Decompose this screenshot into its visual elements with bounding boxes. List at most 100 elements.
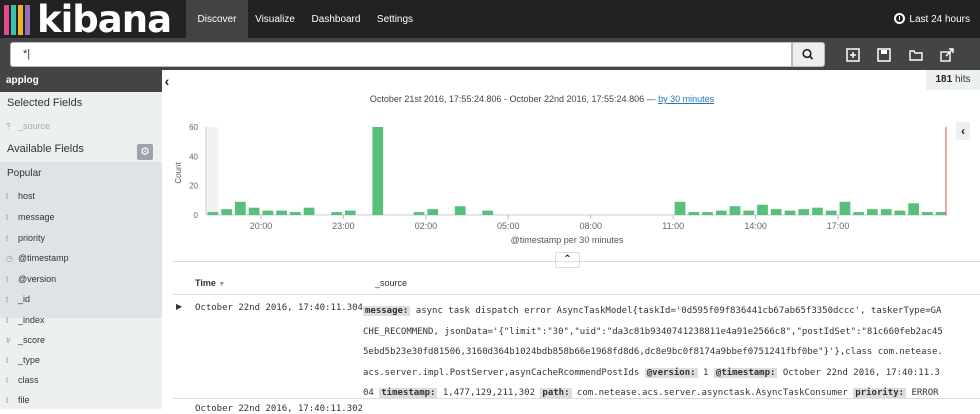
field-id[interactable]: t _id <box>6 289 30 309</box>
field-name: host <box>18 191 36 201</box>
histogram-bar <box>276 210 287 215</box>
histogram-bar <box>867 209 878 215</box>
source-key: message: <box>363 306 411 316</box>
index-pattern[interactable]: applog <box>0 70 162 92</box>
hits-number: 181 <box>935 74 953 85</box>
source-value: 5ebd5b23e30fd81506,3160d364b1024bdb858b6… <box>363 347 943 357</box>
histogram-bar <box>372 127 384 215</box>
chart-band <box>206 127 219 215</box>
source-value: 04 <box>363 388 380 398</box>
source-key: @timestamp: <box>713 367 778 378</box>
row-time: October 22nd 2016, 17:40:11.304 <box>195 303 363 313</box>
source-value: ERROR <box>906 388 939 398</box>
column-time[interactable]: Time ▼ <box>195 278 225 288</box>
x-tick-label: 08:00 <box>579 221 602 231</box>
chart-toggle-button[interactable]: ⌃ <box>555 252 580 268</box>
time-range: October 21st 2016, 17:55:24.806 - Octobe… <box>172 94 912 104</box>
source-value: 1,477,129,211,302 <box>437 388 541 398</box>
field-timestamp[interactable]: ◷ @timestamp <box>6 248 69 268</box>
field-host[interactable]: t host <box>6 186 35 206</box>
logo-bar <box>25 5 30 35</box>
expand-row-icon[interactable]: ▶ <box>176 302 182 311</box>
y-tick-label: 0 <box>194 211 199 220</box>
field-file[interactable]: t file <box>6 390 30 410</box>
histogram-bar <box>674 201 686 215</box>
sidebar-collapse-icon[interactable]: ‹ <box>162 70 172 92</box>
histogram-bar <box>289 212 301 215</box>
interval-link[interactable]: by 30 minutes <box>658 94 714 104</box>
hits-label: hits <box>954 74 971 85</box>
histogram-bar <box>757 204 768 215</box>
field-name: @version <box>18 274 57 284</box>
histogram-bar <box>935 212 947 215</box>
logo-bar <box>18 5 23 35</box>
histogram-bar <box>454 206 466 215</box>
field-type-icon: ? <box>6 122 11 131</box>
row-time: October 22nd 2016, 17:40:11.302 <box>195 404 363 414</box>
source-value: acs.server.impl.PostServer,asynCacheRcom… <box>363 367 645 378</box>
histogram-bar <box>427 209 439 215</box>
nav-dashboard[interactable]: Dashboard <box>306 0 366 38</box>
field-type[interactable]: t _type <box>6 350 40 370</box>
y-tick-label: 60 <box>189 123 198 132</box>
nav-visualize[interactable]: Visualize <box>248 0 302 38</box>
nav-discover[interactable]: Discover <box>186 0 248 38</box>
field-score[interactable]: # _score <box>6 330 45 350</box>
field-priority[interactable]: t priority <box>6 228 45 248</box>
field-type-icon: t <box>6 295 9 304</box>
field-type-icon: # <box>6 336 11 345</box>
histogram-bar <box>922 212 933 215</box>
x-tick-label: 05:00 <box>497 221 520 231</box>
new-search-icon[interactable] <box>846 48 860 62</box>
histogram-bar <box>413 212 425 215</box>
field-name: @timestamp <box>18 253 69 263</box>
share-icon[interactable] <box>940 48 954 62</box>
chart-divider <box>172 261 980 262</box>
field-source[interactable]: ? _source <box>6 116 50 136</box>
available-fields-heading: Available Fields <box>7 143 84 155</box>
source-line: acs.server.impl.PostServer,asynCacheRcom… <box>363 363 963 384</box>
top-nav: kibana Discover Visualize Dashboard Sett… <box>0 0 980 41</box>
histogram-bar <box>702 212 713 215</box>
sort-icon[interactable]: ▼ <box>218 281 225 288</box>
x-tick-label: 14:00 <box>744 221 767 231</box>
histogram-bar <box>825 210 837 215</box>
histogram-bar <box>262 210 274 215</box>
source-key: timestamp: <box>379 388 438 398</box>
source-line: 04 timestamp: 1,477,129,211,302 path: co… <box>363 383 963 404</box>
clock-icon: ◷ <box>6 254 13 263</box>
open-search-icon[interactable] <box>909 48 923 62</box>
field-name: _index <box>18 315 45 325</box>
field-type-icon: t <box>6 192 9 201</box>
histogram-bar <box>743 210 755 215</box>
histogram-bar <box>482 210 494 215</box>
field-index[interactable]: t _index <box>6 310 45 330</box>
field-version[interactable]: t @version <box>6 269 56 289</box>
table-row <box>172 398 980 399</box>
source-line: 5ebd5b23e30fd81506,3160d364b1024bdb858b6… <box>363 342 963 363</box>
histogram-bar <box>784 210 796 215</box>
search-input[interactable]: *| <box>10 42 792 67</box>
field-name: class <box>18 375 39 385</box>
column-source: _source <box>375 278 408 288</box>
field-class[interactable]: t class <box>6 370 39 390</box>
selected-fields-heading: Selected Fields <box>7 97 83 109</box>
x-tick-label: 17:00 <box>827 221 850 231</box>
source-value: CHE_RECOMMEND, jsonData='{"limit":"30","… <box>363 326 943 337</box>
field-type-icon: t <box>6 316 9 325</box>
save-search-icon[interactable] <box>877 48 891 62</box>
field-name: _source <box>18 121 51 131</box>
x-tick-label: 20:00 <box>250 221 273 231</box>
field-message[interactable]: t message <box>6 207 55 227</box>
histogram-bar <box>908 203 920 215</box>
table-header-line <box>172 294 980 295</box>
histogram-bar <box>331 212 342 215</box>
gear-icon[interactable]: ⚙ <box>137 144 153 160</box>
histogram-bar <box>798 209 810 215</box>
histogram-bar <box>234 201 246 215</box>
logo-bar <box>11 5 16 35</box>
search-button[interactable] <box>792 42 825 67</box>
kibana-logo[interactable]: kibana <box>0 0 180 41</box>
nav-settings[interactable]: Settings <box>372 0 418 38</box>
time-picker[interactable]: Last 24 hours <box>894 0 970 38</box>
